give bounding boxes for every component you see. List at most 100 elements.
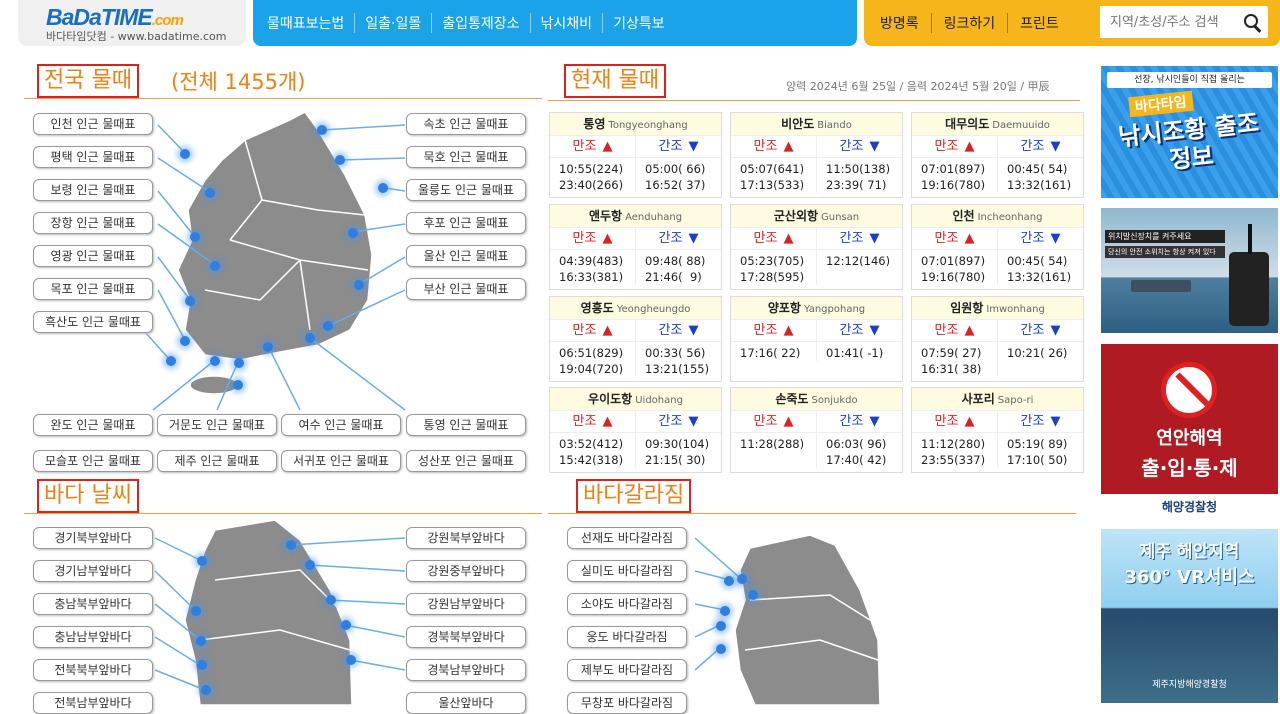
port-name-en: Biando [817, 120, 852, 131]
high-tide-label: 만조 ▲ [550, 411, 635, 432]
tide-link[interactable]: 울산 인근 물때표 [406, 245, 526, 267]
tide-card[interactable]: 영흥도 Yeongheungdo 만조 ▲ 간조 ▼ 06:51(829) 19:04(72… [549, 296, 722, 382]
tide-values: 05:23(705) 17:28(595) 12:12(146) [731, 250, 902, 285]
tide-link[interactable]: 웅도 바다갈라짐 [567, 626, 687, 648]
tide-link[interactable]: 울릉도 인근 물때표 [406, 179, 526, 201]
ad-jeju-vr[interactable]: 제주 해안지역 360° VR서비스 제주지방해양경찰청 [1101, 529, 1278, 703]
tide-card[interactable]: 양포항 Yangpohang 만조 ▲ 간조 ▼ 17:16( 22) 01:41( -1) [730, 296, 903, 382]
tide-link[interactable]: 후포 인근 물때표 [406, 212, 526, 234]
tide-link[interactable]: 여수 인근 물때표 [281, 414, 401, 436]
port-name-en: Aenduhang [625, 212, 683, 223]
low-label: 간조 [658, 139, 683, 154]
tide-card[interactable]: 통영 Tongyeonghang 만조 ▲ 간조 ▼ 10:55(224) 23:40(26… [549, 112, 722, 198]
low-tide-times: 05:19( 89) 17:10( 50) [997, 433, 1083, 468]
high-label: 만조 [934, 323, 959, 338]
tide-values: 07:59( 27) 16:31( 38) 10:21( 26) [912, 342, 1083, 377]
tide-link[interactable]: 울산앞바다 [406, 692, 526, 714]
low-label: 간조 [839, 139, 864, 154]
tide-link[interactable]: 모슬포 인근 물때표 [33, 450, 153, 472]
tide-card[interactable]: 대무의도 Daemuuido 만조 ▲ 간조 ▼ 07:01(897) 19:16(780)… [911, 112, 1084, 198]
tide-link[interactable]: 제주 인근 물때표 [157, 450, 277, 472]
ad3-l2: 출·입·통·제 [1141, 456, 1238, 480]
tide-link[interactable]: 서귀포 인근 물때표 [281, 450, 401, 472]
tide-card-header: 통영 Tongyeonghang [550, 113, 721, 136]
tide-link[interactable]: 강원중부앞바다 [406, 560, 526, 582]
tide-link[interactable]: 경북북부앞바다 [406, 626, 526, 648]
high-tide-label: 만조 ▲ [550, 228, 635, 249]
tide-link[interactable]: 목포 인근 물때표 [33, 278, 153, 300]
tide-card[interactable]: 임원항 Imwonhang 만조 ▲ 간조 ▼ 07:59( 27) 16:31( 38) 1… [911, 296, 1084, 382]
tide-card[interactable]: 인천 Incheonhang 만조 ▲ 간조 ▼ 07:01(897) 19:16(780)… [911, 204, 1084, 290]
tide-link[interactable]: 경북남부앞바다 [406, 659, 526, 681]
tide-link[interactable]: 충남북부앞바다 [33, 593, 153, 615]
tide-card[interactable]: 앤두항 Aenduhang 만조 ▲ 간조 ▼ 04:39(483) 16:33(381) 0… [549, 204, 722, 290]
tide-link[interactable]: 경기남부앞바다 [33, 560, 153, 582]
tide-link[interactable]: 무창포 바다갈라짐 [567, 692, 687, 714]
tide-link[interactable]: 제부도 바다갈라짐 [567, 659, 687, 681]
tide-link[interactable]: 전북북부앞바다 [33, 659, 153, 681]
low-tide-times: 05:00( 66) 16:52( 37) [635, 158, 721, 193]
high-tide-label: 만조 ▲ [912, 411, 997, 432]
tide-link[interactable]: 전북남부앞바다 [33, 692, 153, 714]
tide-card[interactable]: 군산외항 Gunsan 만조 ▲ 간조 ▼ 05:23(705) 17:28(595) 12:… [730, 204, 903, 290]
up-arrow-icon: ▲ [964, 139, 975, 154]
tide-link[interactable]: 완도 인근 물때표 [33, 414, 153, 436]
high-tide-label: 만조 ▲ [550, 320, 635, 341]
tide-link[interactable]: 경기북부앞바다 [33, 527, 153, 549]
port-name: 임원항 [950, 301, 984, 315]
ad-location-beacon[interactable]: 위치발신장치를 켜주세요 당신의 안전 소위치는 항상 켜져 있다 [1101, 208, 1278, 333]
tide-labels: 만조 ▲ 간조 ▼ [731, 411, 902, 433]
down-arrow-icon: ▼ [1050, 414, 1061, 429]
tide-card[interactable]: 비안도 Biando 만조 ▲ 간조 ▼ 05:07(641) 17:13(533) 11:5… [730, 112, 903, 198]
low-tide-label: 간조 ▼ [816, 136, 902, 157]
tide-link[interactable]: 영광 인근 물때표 [33, 245, 153, 267]
low-label: 간조 [839, 231, 864, 246]
tide-card[interactable]: 우이도항 Uidohang 만조 ▲ 간조 ▼ 03:52(412) 15:42(318) 0… [549, 387, 722, 473]
down-arrow-icon: ▼ [1050, 231, 1061, 246]
tide-card-header: 인천 Incheonhang [912, 205, 1083, 228]
tide-card[interactable]: 사포리 Sapo-ri 만조 ▲ 간조 ▼ 11:12(280) 23:55(337) 05:… [911, 387, 1084, 473]
up-arrow-icon: ▲ [964, 323, 975, 338]
down-arrow-icon: ▼ [869, 139, 880, 154]
tide-link[interactable]: 거문도 인근 물때표 [157, 414, 277, 436]
up-arrow-icon: ▲ [964, 414, 975, 429]
ad2-title: 위치발신장치를 켜주세요 [1105, 230, 1225, 243]
tide-link[interactable]: 인천 인근 물때표 [33, 113, 153, 135]
high-tide-times: 05:23(705) 17:28(595) [740, 254, 805, 284]
low-tide-label: 간조 ▼ [997, 320, 1083, 341]
tide-link[interactable]: 보령 인근 물때표 [33, 179, 153, 201]
high-label: 만조 [934, 139, 959, 154]
high-tide-label: 만조 ▲ [550, 136, 635, 157]
tide-values: 07:01(897) 19:16(780) 00:45( 54) 13:32(16… [912, 158, 1083, 193]
tide-link[interactable]: 소야도 바다갈라짐 [567, 593, 687, 615]
up-arrow-icon: ▲ [783, 139, 794, 154]
tide-link[interactable]: 묵호 인근 물때표 [406, 146, 526, 168]
ad-coastal-control[interactable]: 연안해역 출·입·통·제 해양경찰청 [1101, 344, 1278, 520]
tide-link[interactable]: 평택 인근 물때표 [33, 146, 153, 168]
low-label: 간조 [658, 414, 683, 429]
ad-fishing-report[interactable]: 선장, 낚시인들이 직접 올리는 바다타임 낚시조황 출조정보 [1101, 66, 1278, 198]
low-tide-label: 간조 ▼ [635, 320, 721, 341]
tide-link[interactable]: 흑산도 인근 물때표 [33, 311, 153, 333]
low-label: 간조 [1020, 139, 1045, 154]
tide-link[interactable]: 충남남부앞바다 [33, 626, 153, 648]
ad4-l1: 제주 해안지역 [1139, 542, 1240, 562]
low-tide-times: 01:41( -1) [816, 342, 902, 361]
tide-link[interactable]: 성산포 인근 물때표 [406, 450, 526, 472]
port-name: 양포항 [767, 301, 801, 315]
tide-link[interactable]: 부산 인근 물때표 [406, 278, 526, 300]
tide-link[interactable]: 강원남부앞바다 [406, 593, 526, 615]
high-label: 만조 [753, 414, 778, 429]
tide-values: 11:28(288) 06:03( 96) 17:40( 42) [731, 433, 902, 468]
tide-link[interactable]: 선재도 바다갈라짐 [567, 527, 687, 549]
tide-link[interactable]: 실미도 바다갈라짐 [567, 560, 687, 582]
tide-card-header: 비안도 Biando [731, 113, 902, 136]
port-name: 군산외항 [773, 209, 819, 223]
tide-link[interactable]: 속초 인근 물때표 [406, 113, 526, 135]
tide-values: 17:16( 22) 01:41( -1) [731, 342, 902, 361]
tide-card[interactable]: 손죽도 Sonjukdo 만조 ▲ 간조 ▼ 11:28(288) 06:03( 96) 17… [730, 387, 903, 473]
low-label: 간조 [839, 414, 864, 429]
tide-link[interactable]: 통영 인근 물때표 [406, 414, 526, 436]
tide-link[interactable]: 강원북부앞바다 [406, 527, 526, 549]
tide-link[interactable]: 장항 인근 물때표 [33, 212, 153, 234]
